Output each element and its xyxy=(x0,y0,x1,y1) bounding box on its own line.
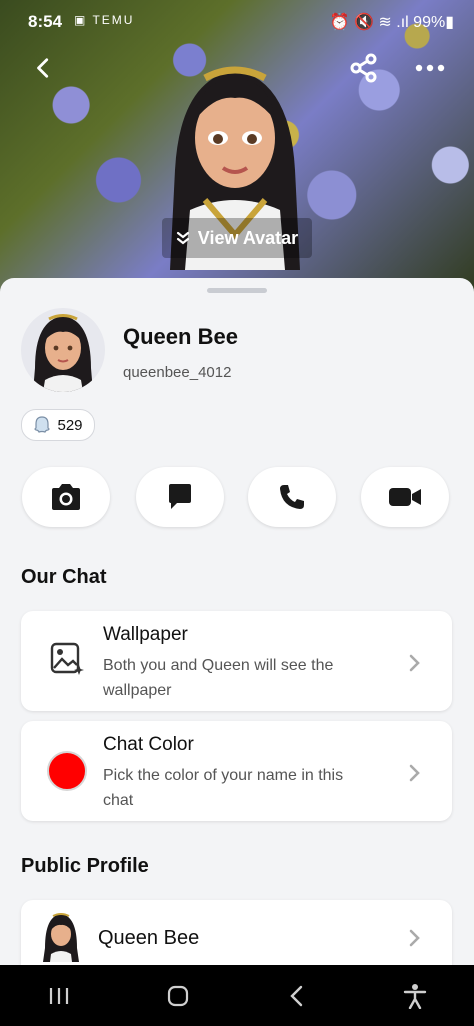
profile-avatar[interactable] xyxy=(21,308,105,392)
profile-hero-banner: 8:54 ▣ TEMU ⏰ 🔇 ≋ .ıl 99%▮ View Avatar xyxy=(0,0,474,300)
chat-color-title: Chat Color xyxy=(103,734,194,755)
accessibility-button[interactable] xyxy=(385,976,445,1016)
profile-sheet: Queen Bee queenbee_4012 529 Our Chat Wal… xyxy=(0,278,474,1026)
system-navigation-bar xyxy=(0,965,474,1026)
chat-color-description: Pick the color of your name in this chat xyxy=(103,767,344,809)
public-profile-avatar xyxy=(39,910,83,962)
profile-username: queenbee_4012 xyxy=(123,364,232,381)
back-button[interactable] xyxy=(26,50,62,86)
accessibility-icon xyxy=(403,983,426,1009)
back-arrow-icon xyxy=(290,985,303,1006)
video-call-button[interactable] xyxy=(361,467,449,527)
chat-button[interactable] xyxy=(136,467,224,527)
ghost-icon xyxy=(34,416,51,433)
profile-display-name: Queen Bee xyxy=(123,324,238,349)
wallpaper-title: Wallpaper xyxy=(103,624,188,645)
snap-score-value: 529 xyxy=(57,416,83,434)
chevron-right-icon xyxy=(409,654,420,672)
video-icon xyxy=(389,488,421,506)
phone-icon xyxy=(280,485,304,509)
wallpaper-description: Both you and Queen will see the wallpape… xyxy=(103,657,334,699)
status-left-icons: ▣ TEMU xyxy=(74,13,135,27)
chevron-left-icon xyxy=(37,58,49,78)
home-icon xyxy=(167,985,188,1006)
public-profile-name: Queen Bee xyxy=(98,927,200,949)
camera-icon xyxy=(52,484,80,510)
view-avatar-button[interactable]: View Avatar xyxy=(162,218,312,258)
snap-score-badge[interactable]: 529 xyxy=(21,409,95,441)
status-right-icons: ⏰ 🔇 ≋ .ıl 99%▮ xyxy=(329,14,454,31)
camera-button[interactable] xyxy=(22,467,110,527)
chat-icon xyxy=(169,484,191,509)
more-options-button[interactable] xyxy=(412,50,448,86)
recent-apps-icon xyxy=(50,987,69,1004)
wallpaper-row[interactable]: Wallpaper Both you and Queen will see th… xyxy=(21,611,452,711)
our-chat-heading: Our Chat xyxy=(21,566,107,588)
public-profile-heading: Public Profile xyxy=(21,855,149,877)
recent-apps-button[interactable] xyxy=(29,976,89,1016)
chevron-right-icon xyxy=(409,764,420,782)
share-button[interactable] xyxy=(346,50,382,86)
more-dots-icon xyxy=(415,64,445,72)
double-chevron-down-icon xyxy=(176,231,189,245)
home-button[interactable] xyxy=(148,976,208,1016)
sheet-drag-handle[interactable] xyxy=(207,288,267,293)
call-button[interactable] xyxy=(248,467,336,527)
chevron-right-icon xyxy=(409,929,420,947)
chat-color-row[interactable]: Chat Color Pick the color of your name i… xyxy=(21,721,452,821)
share-icon xyxy=(350,53,377,83)
status-time: 8:54 xyxy=(28,12,63,31)
view-avatar-label: View Avatar xyxy=(197,227,299,248)
status-bar: 8:54 ▣ TEMU ⏰ 🔇 ≋ .ıl 99%▮ xyxy=(0,0,474,44)
chat-color-swatch xyxy=(47,751,87,791)
quick-actions xyxy=(22,467,452,527)
wallpaper-icon xyxy=(50,642,84,675)
back-nav-button[interactable] xyxy=(266,976,326,1016)
